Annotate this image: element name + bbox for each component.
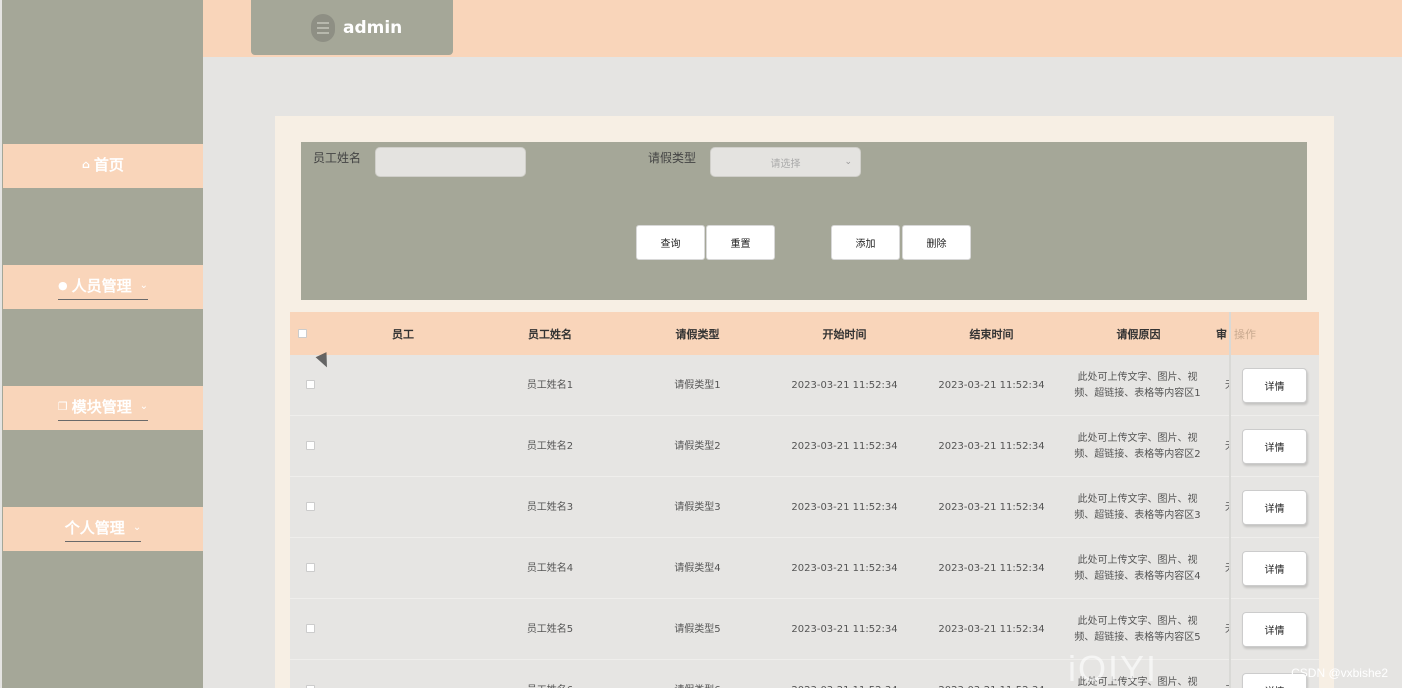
cell-type: 请假类型2 xyxy=(674,440,721,452)
cell-reason: 此处可上传文字、图片、视频、超链接、表格等内容区4 xyxy=(1074,554,1201,582)
cell-type: 请假类型5 xyxy=(674,623,721,635)
cell-name: 员工姓名5 xyxy=(526,623,574,635)
cell-type: 请假类型3 xyxy=(674,501,721,513)
cell-type: 请假类型1 xyxy=(674,379,721,391)
watermark-logo: iOIYI xyxy=(1068,648,1159,688)
chevron-down-icon: ⌄ xyxy=(844,157,852,167)
table-header: 员工 员工姓名 请假类型 开始时间 结束时间 请假原因 审 操作 xyxy=(290,312,1319,355)
detail-button[interactable]: 详情 xyxy=(1242,490,1307,525)
detail-button[interactable]: 详情 xyxy=(1242,368,1307,403)
data-table: 员工 员工姓名 请假类型 开始时间 结束时间 请假原因 审 操作 员工姓名1 请假… xyxy=(290,312,1319,688)
sidebar-item-staff[interactable]: ● 人员管理 ⌄ xyxy=(3,265,203,309)
column-header: 员工 xyxy=(392,327,414,341)
cell-end: 2023-03-21 11:52:34 xyxy=(938,562,1045,574)
cell-type: 请假类型4 xyxy=(674,562,721,574)
column-header: 审 xyxy=(1216,327,1227,341)
type-select[interactable]: 请选择 ⌄ xyxy=(710,147,861,177)
column-header: 请假原因 xyxy=(1116,327,1161,341)
column-header: 请假类型 xyxy=(675,327,720,341)
chevron-down-icon: ⌄ xyxy=(132,521,142,533)
row-checkbox[interactable] xyxy=(306,563,315,572)
delete-button[interactable]: 删除 xyxy=(902,225,971,260)
chevron-down-icon: ⌄ xyxy=(139,400,149,412)
sidebar-item-label: 首页 xyxy=(93,156,124,174)
cell-end: 2023-03-21 11:52:34 xyxy=(938,623,1045,635)
table-row: 员工姓名5 请假类型5 2023-03-21 11:52:34 2023-03-21 … xyxy=(290,599,1319,660)
logo-icon xyxy=(311,13,335,42)
cell-name: 员工姓名4 xyxy=(526,562,574,574)
column-header: 员工姓名 xyxy=(528,327,572,341)
table-row: 员工姓名3 请假类型3 2023-03-21 11:52:34 2023-03-21 … xyxy=(290,477,1319,538)
cell-type: 请假类型6 xyxy=(624,660,771,688)
cell-name: 员工姓名1 xyxy=(526,379,574,391)
chevron-down-icon: ⌄ xyxy=(139,279,148,291)
table-row: 员工姓名1 请假类型1 2023-03-21 11:52:34 2023-03-21 … xyxy=(290,355,1319,416)
cell-start: 2023-03-21 11:52:34 xyxy=(791,379,898,391)
row-checkbox[interactable] xyxy=(306,624,315,633)
sidebar-item-personal[interactable]: 个人管理 ⌄ xyxy=(3,507,203,551)
cell-reason: 此处可上传文字、图片、视频、超链接、表格等内容区2 xyxy=(1074,432,1201,460)
column-header: 开始时间 xyxy=(822,327,867,341)
table-row: 员工姓名2 请假类型2 2023-03-21 11:52:34 2023-03-21 … xyxy=(290,416,1319,477)
cell-start: 2023-03-21 11:52:34 xyxy=(791,501,898,513)
table-row: 员工姓名4 请假类型4 2023-03-21 11:52:34 2023-03-21 … xyxy=(290,538,1319,599)
brand-title: admin xyxy=(343,17,403,38)
cell-reason: 此处可上传文字、图片、视频、超链接、表格等内容区3 xyxy=(1074,493,1201,521)
sidebar-item-label: 个人管理 xyxy=(64,518,125,537)
cell-reason: 此处可上传文字、图片、视频、超链接、表格等内容区1 xyxy=(1074,371,1201,399)
add-button[interactable]: 添加 xyxy=(831,225,900,260)
detail-button[interactable]: 详情 xyxy=(1242,429,1307,464)
cell-name: 员工姓名3 xyxy=(526,501,574,513)
cell-end: 2023-03-21 11:52:34 xyxy=(938,379,1045,391)
cell-start: 2023-03-21 11:52:34 xyxy=(791,440,898,452)
cell-name: 员工姓名6 xyxy=(476,660,624,688)
home-icon: ⌂ xyxy=(82,158,90,171)
watermark: CSDN @vxbishe2 xyxy=(1291,666,1388,680)
cell-end: 2023-03-21 11:52:34 xyxy=(918,660,1065,688)
sidebar-item-home[interactable]: ⌂ 首页 xyxy=(3,144,203,188)
cell-start: 2023-03-21 11:52:34 xyxy=(791,623,898,635)
name-label: 员工姓名 xyxy=(313,151,362,165)
name-input[interactable] xyxy=(375,147,526,177)
sidebar: ⌂ 首页 ● 人员管理 ⌄ ❐ 模块管理 ⌄ 个人管理 ⌄ xyxy=(2,0,203,688)
sidebar-item-label: 人员管理 xyxy=(71,276,132,295)
cell-start: 2023-03-21 11:52:34 xyxy=(771,660,918,688)
cell-start: 2023-03-21 11:52:34 xyxy=(791,562,898,574)
type-label: 请假类型 xyxy=(648,151,697,165)
detail-button[interactable]: 详情 xyxy=(1242,551,1307,586)
user-icon: ● xyxy=(57,278,68,292)
row-checkbox[interactable] xyxy=(306,441,315,450)
row-checkbox[interactable] xyxy=(306,502,315,511)
row-checkbox[interactable] xyxy=(306,380,315,389)
brand: admin xyxy=(251,0,453,55)
sidebar-item-label: 模块管理 xyxy=(71,397,132,416)
table-row: 员工姓名6请假类型62023-03-21 11:52:342023-03-21 … xyxy=(290,660,1319,688)
sidebar-item-module[interactable]: ❐ 模块管理 ⌄ xyxy=(3,386,203,430)
detail-button[interactable]: 详情 xyxy=(1242,612,1307,647)
type-select-placeholder: 请选择 xyxy=(770,158,801,170)
column-header: 结束时间 xyxy=(969,327,1014,341)
reset-button[interactable]: 重置 xyxy=(706,225,775,260)
column-header: 操作 xyxy=(1234,327,1256,341)
cell-end: 2023-03-21 11:52:34 xyxy=(938,501,1045,513)
copy-icon: ❐ xyxy=(57,399,68,413)
cell-name: 员工姓名2 xyxy=(526,440,574,452)
cell-end: 2023-03-21 11:52:34 xyxy=(938,440,1045,452)
select-all-checkbox[interactable] xyxy=(298,329,307,338)
fixed-column-divider xyxy=(1229,312,1231,688)
query-button[interactable]: 查询 xyxy=(636,225,705,260)
